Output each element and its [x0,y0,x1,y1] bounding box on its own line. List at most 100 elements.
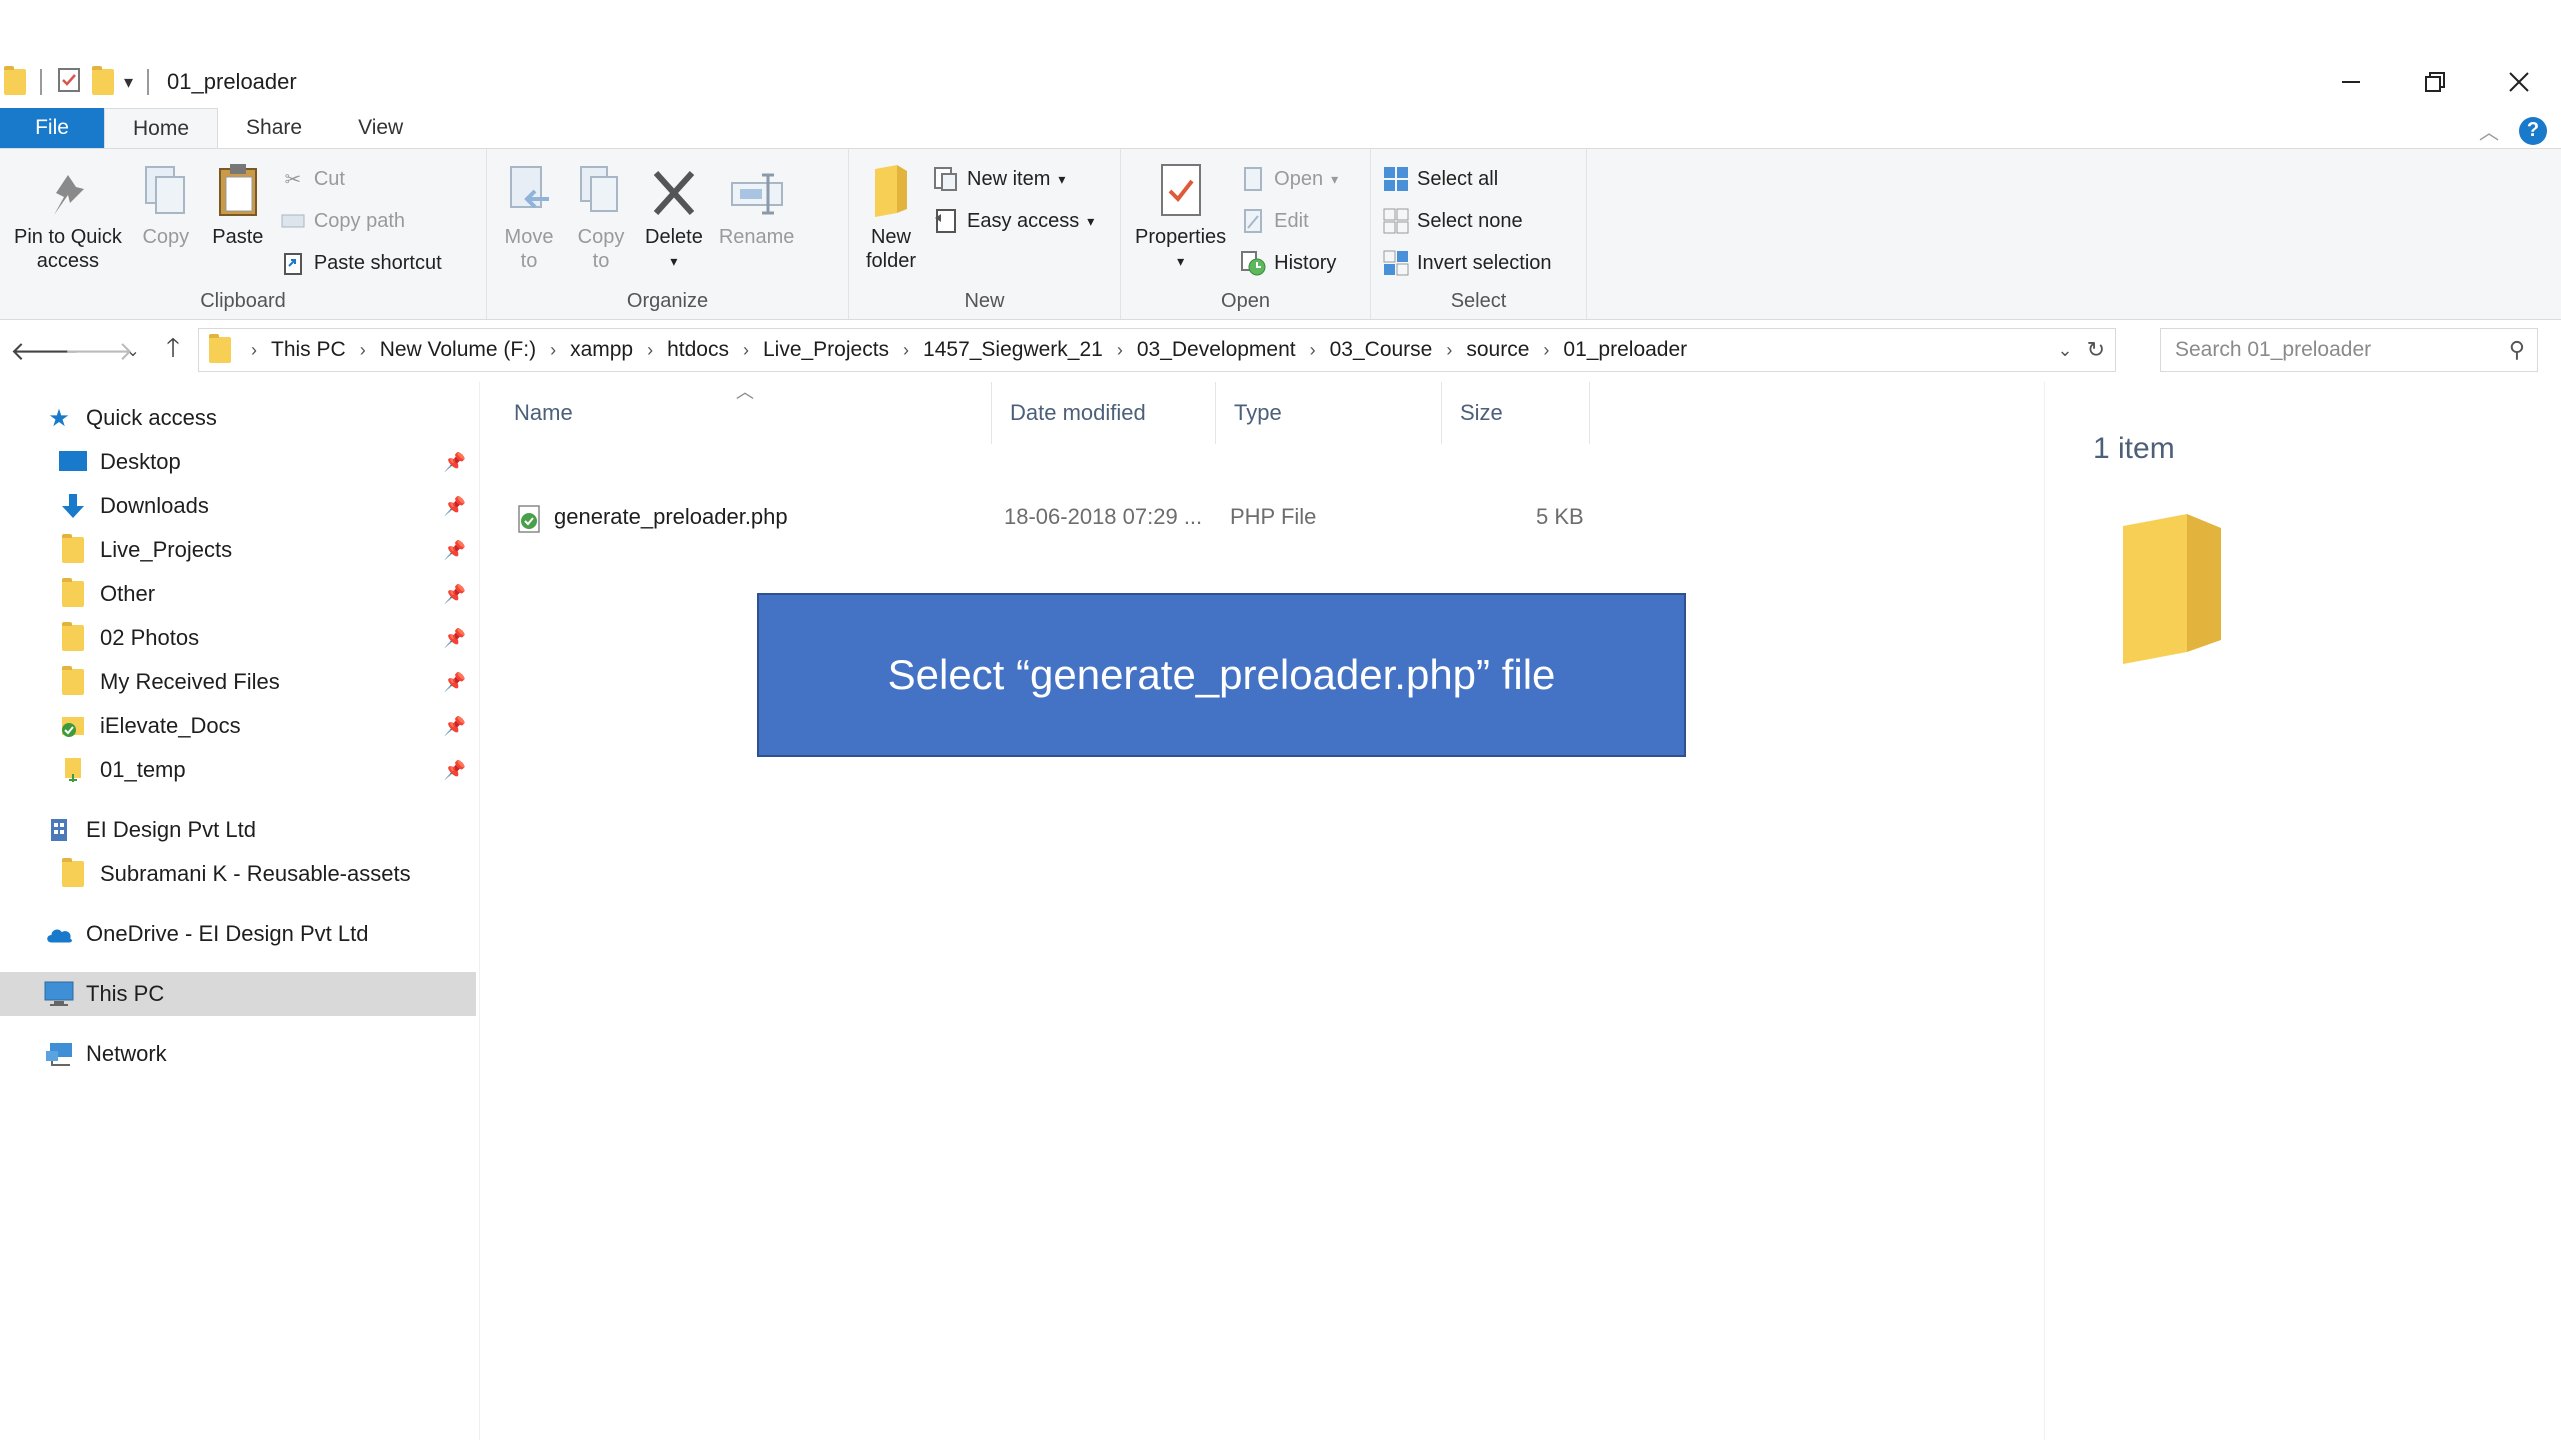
crumb-development[interactable]: 03_Development [1137,338,1296,362]
edit-button[interactable]: Edit [1240,203,1338,239]
sidebar-item-desktop[interactable]: Desktop 📌 [0,440,476,484]
new-folder-icon[interactable] [92,66,114,95]
search-input[interactable]: Search 01_preloader ⚲ [2160,328,2538,372]
pin-icon[interactable]: 📌 [444,716,466,737]
history-label: History [1274,251,1337,274]
sidebar-item-subramani[interactable]: Subramani K - Reusable-assets [0,852,476,896]
crumb-xampp[interactable]: xampp [570,338,633,362]
crumb-live-projects[interactable]: Live_Projects [763,338,889,362]
select-all-label: Select all [1417,167,1499,190]
crumb-course[interactable]: 03_Course [1330,338,1433,362]
copy-to-label-line1: Copy [577,226,625,248]
up-button[interactable]: 🡑 [148,329,198,373]
crumb-source[interactable]: source [1466,338,1529,362]
delete-dropdown-icon[interactable]: ▾ [670,249,677,273]
sidebar-item-photos[interactable]: 02 Photos 📌 [0,616,476,660]
crumb-preloader[interactable]: 01_preloader [1563,338,1687,362]
sidebar-item-ielevate-docs[interactable]: iElevate_Docs 📌 [0,704,476,748]
sidebar-item-this-pc[interactable]: This PC [0,972,476,1016]
help-icon[interactable]: ? [2519,116,2547,145]
chevron-right-icon[interactable]: › [1446,340,1452,361]
select-all-button[interactable]: Select all [1383,161,1552,197]
separator [147,69,150,95]
chevron-right-icon[interactable]: › [550,340,556,361]
customize-toolbar-icon[interactable]: ▾ [124,72,133,93]
chevron-right-icon[interactable]: › [743,340,749,361]
tab-view[interactable]: View [330,108,431,148]
folder-preview-icon [2117,512,2227,673]
sidebar-item-ei-design[interactable]: EI Design Pvt Ltd [0,808,476,852]
restore-button[interactable] [2393,56,2477,108]
properties-icon[interactable] [56,67,82,98]
forward-button[interactable]: 🡒 [64,336,134,367]
pin-icon[interactable]: 📌 [444,584,466,605]
pin-icon[interactable]: 📌 [444,672,466,693]
crumb-this-pc[interactable]: This PC [271,338,346,362]
pin-icon[interactable]: 📌 [444,628,466,649]
chevron-right-icon[interactable]: › [360,340,366,361]
pin-icon [40,159,96,219]
chevron-right-icon[interactable]: › [647,340,653,361]
synced-folder-icon [58,711,88,741]
table-row[interactable]: generate_preloader.php 18-06-2018 07:29 … [496,498,1596,542]
invert-selection-icon [1383,250,1409,276]
tab-file[interactable]: File [0,108,104,148]
column-header-type[interactable]: Type [1216,382,1442,444]
tab-share[interactable]: Share [218,108,330,148]
close-button[interactable] [2477,56,2561,108]
pin-icon[interactable]: 📌 [444,496,466,517]
new-item-button[interactable]: New item ▾ [933,161,1094,197]
copy-path-button[interactable]: Copy path [280,203,442,239]
sidebar-item-quick-access[interactable]: ★ Quick access [0,396,476,440]
chevron-right-icon[interactable]: › [903,340,909,361]
cut-button[interactable]: ✂ Cut [280,161,442,197]
address-bar[interactable]: › This PC › New Volume (F:) › xampp › ht… [198,328,2116,372]
crumb-htdocs[interactable]: htdocs [667,338,729,362]
sidebar-item-onedrive[interactable]: OneDrive - EI Design Pvt Ltd [0,912,476,956]
select-none-label: Select none [1417,209,1523,232]
new-item-icon [933,166,959,192]
sidebar-item-other[interactable]: Other 📌 [0,572,476,616]
chevron-right-icon[interactable]: › [1310,340,1316,361]
pin-icon[interactable]: 📌 [444,540,466,561]
address-row: 🡐 🡒 ⌄ 🡑 › This PC › New Volume (F:) › xa… [0,324,2561,378]
address-dropdown-icon[interactable]: ⌄ [2057,340,2072,361]
easy-access-button[interactable]: Easy access ▾ [933,203,1094,239]
history-icon [1240,250,1266,276]
collapse-ribbon-icon[interactable]: ︿ [2479,116,2499,145]
desktop-icon [58,447,88,477]
column-header-size[interactable]: Size [1442,382,1590,444]
sidebar-item-my-received-files[interactable]: My Received Files 📌 [0,660,476,704]
back-button[interactable]: 🡐 [10,336,80,367]
search-placeholder: Search 01_preloader [2175,338,2372,361]
window-controls [2309,56,2561,108]
chevron-right-icon[interactable]: › [1117,340,1123,361]
tab-home[interactable]: Home [104,108,219,148]
sidebar-item-label: Other [100,581,156,606]
sidebar-item-temp[interactable]: 01_temp 📌 [0,748,476,792]
paste-label: Paste [212,226,264,248]
crumb-new-volume[interactable]: New Volume (F:) [380,338,536,362]
minimize-button[interactable] [2309,56,2393,108]
folder-icon [58,622,88,653]
invert-selection-button[interactable]: Invert selection [1383,245,1552,281]
new-group: New folder New item ▾ Easy access ▾ New [849,149,1121,319]
sidebar-item-label: This PC [86,981,165,1006]
sidebar-item-downloads[interactable]: Downloads 📌 [0,484,476,528]
sidebar-item-network[interactable]: Network [0,1032,476,1076]
pin-icon[interactable]: 📌 [444,760,466,781]
computer-icon [44,979,74,1009]
sidebar-item-live-projects[interactable]: Live_Projects 📌 [0,528,476,572]
history-button[interactable]: History [1240,245,1338,281]
sidebar-item-label: Network [86,1041,167,1066]
open-button[interactable]: Open ▾ [1240,161,1338,197]
column-header-label: Size [1460,400,1503,425]
pin-icon[interactable]: 📌 [444,452,466,473]
refresh-icon[interactable]: ↻ [2087,337,2105,363]
select-none-button[interactable]: Select none [1383,203,1552,239]
crumb-siegwerk[interactable]: 1457_Siegwerk_21 [923,338,1103,362]
properties-dropdown-icon[interactable]: ▾ [1177,249,1184,273]
paste-shortcut-button[interactable]: Paste shortcut [280,245,442,281]
column-header-date[interactable]: Date modified [992,382,1216,444]
chevron-right-icon[interactable]: › [1543,340,1549,361]
